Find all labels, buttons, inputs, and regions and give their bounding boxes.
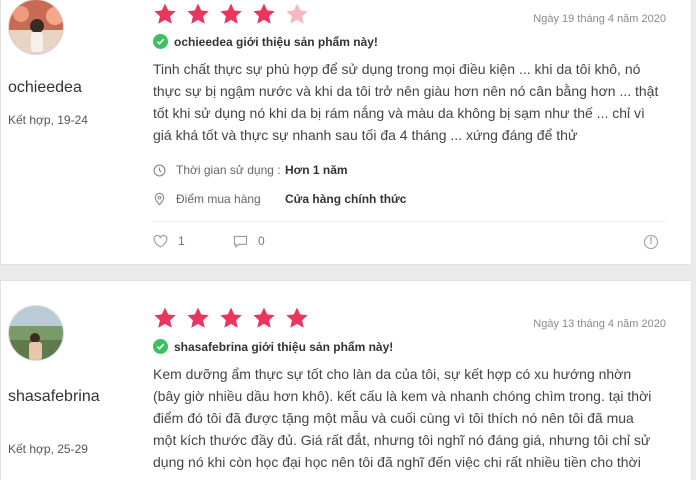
- star-icon: [253, 307, 275, 328]
- recommend-text: ochieedea giới thiệu sản phẩm này!: [174, 34, 378, 49]
- star-icon: [154, 3, 176, 24]
- review-text: Kem dưỡng ẩm thực sự tốt cho làn da của …: [153, 363, 673, 473]
- comment-icon: [233, 235, 248, 248]
- star-rating: [153, 2, 309, 26]
- purchase-label: Điểm mua hàng: [176, 192, 261, 206]
- review-line: tốt khi sử dụng nó khi da bị rám nắng và…: [153, 105, 645, 121]
- usage-duration-row: Thời gian sử dụng : Hơn 1 năm: [153, 163, 348, 177]
- usage-label: Thời gian sử dụng :: [176, 163, 281, 177]
- skin-type-age: Kết hợp, 19-24: [8, 113, 88, 127]
- location-pin-icon: [154, 192, 165, 206]
- check-icon: [153, 339, 168, 354]
- star-icon: [220, 307, 242, 328]
- avatar[interactable]: [8, 0, 64, 55]
- star-icon: [253, 3, 275, 24]
- review-text: Tinh chất thực sự phù hợp để sử dụng tro…: [153, 58, 673, 146]
- review-line: Tinh chất thực sự phù hợp để sử dụng tro…: [153, 61, 641, 77]
- review-card: shasafebrina Kết hợp, 25-29 Ngày 13 thán…: [0, 280, 692, 480]
- star-icon: [286, 307, 308, 328]
- report-icon[interactable]: !: [644, 235, 658, 249]
- review-line: Kem dưỡng ẩm thực sự tốt cho làn da của …: [153, 366, 632, 382]
- star-icon-empty: [286, 3, 308, 24]
- star-icon: [154, 307, 176, 328]
- username[interactable]: ochieedea: [8, 77, 118, 99]
- recommend-text: shasafebrina giới thiệu sản phẩm này!: [174, 339, 394, 354]
- like-count: 1: [178, 234, 185, 248]
- purchase-point-row: Điểm mua hàng Cửa hàng chính thức: [153, 192, 406, 206]
- recommend-badge: ochieedea giới thiệu sản phẩm này!: [153, 34, 378, 49]
- username[interactable]: shasafebrina: [8, 386, 118, 408]
- heart-icon: [153, 234, 168, 248]
- recommend-badge: shasafebrina giới thiệu sản phẩm này!: [153, 339, 393, 354]
- review-line: dụng nó khi còn học đại học nên tôi đã n…: [153, 454, 641, 470]
- usage-value: Hơn 1 năm: [285, 163, 348, 177]
- clock-icon: [153, 164, 166, 176]
- comment-button[interactable]: 0: [233, 234, 265, 248]
- review-line: giá khá tốt và thực sự nhanh sau tối đa …: [153, 127, 578, 143]
- review-card: ochieedea Kết hợp, 19-24 Ngày 19 tháng 4…: [0, 0, 692, 265]
- purchase-value: Cửa hàng chính thức: [285, 192, 407, 206]
- review-line: (bây giờ nhiều dầu hơn khô). kết cấu là …: [153, 388, 652, 404]
- review-line: điểm đó tôi đã được tặng một mẫu và cuối…: [153, 410, 634, 426]
- avatar[interactable]: [8, 305, 64, 361]
- like-button[interactable]: 1: [153, 234, 185, 248]
- comment-count: 0: [258, 234, 265, 248]
- review-date: Ngày 19 tháng 4 năm 2020: [533, 13, 666, 25]
- star-icon: [187, 307, 209, 328]
- divider: [153, 221, 666, 222]
- review-line: thực sự bị ngậm nước và khi da tôi trở n…: [153, 83, 659, 99]
- check-icon: [153, 34, 168, 49]
- review-date: Ngày 13 tháng 4 năm 2020: [533, 318, 666, 330]
- star-rating: [153, 306, 309, 330]
- review-line: một kích thước đầy đủ. Giá rất đắt, nhưn…: [153, 432, 651, 448]
- skin-type-age: Kết hợp, 25-29: [8, 442, 88, 456]
- star-icon: [187, 3, 209, 24]
- reviews-list: ochieedea Kết hợp, 19-24 Ngày 19 tháng 4…: [0, 0, 696, 480]
- star-icon: [220, 3, 242, 24]
